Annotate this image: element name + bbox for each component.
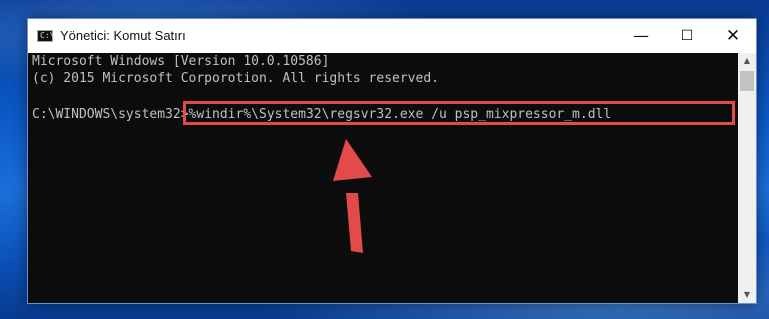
minimize-button[interactable]: — xyxy=(618,19,664,53)
console-output[interactable]: Microsoft Windows [Version 10.0.10586] (… xyxy=(28,53,738,303)
vertical-scrollbar[interactable]: ▲ ▼ xyxy=(738,53,756,303)
cmd-icon[interactable]: C:\ xyxy=(37,30,54,42)
command-prompt-window[interactable]: C:\ Yönetici: Komut Satırı — ☐ ✕ Microso… xyxy=(27,18,757,304)
scroll-thumb[interactable] xyxy=(740,71,754,91)
arrow-up-icon xyxy=(333,139,372,253)
title-bar[interactable]: C:\ Yönetici: Komut Satırı — ☐ ✕ xyxy=(28,19,756,53)
red-arrow-annotation xyxy=(333,139,372,253)
scroll-down-arrow-icon[interactable]: ▼ xyxy=(738,287,756,303)
close-button[interactable]: ✕ xyxy=(710,19,756,53)
maximize-button[interactable]: ☐ xyxy=(664,19,710,53)
window-title: Yönetici: Komut Satırı xyxy=(60,28,186,43)
scroll-up-arrow-icon[interactable]: ▲ xyxy=(738,53,756,69)
